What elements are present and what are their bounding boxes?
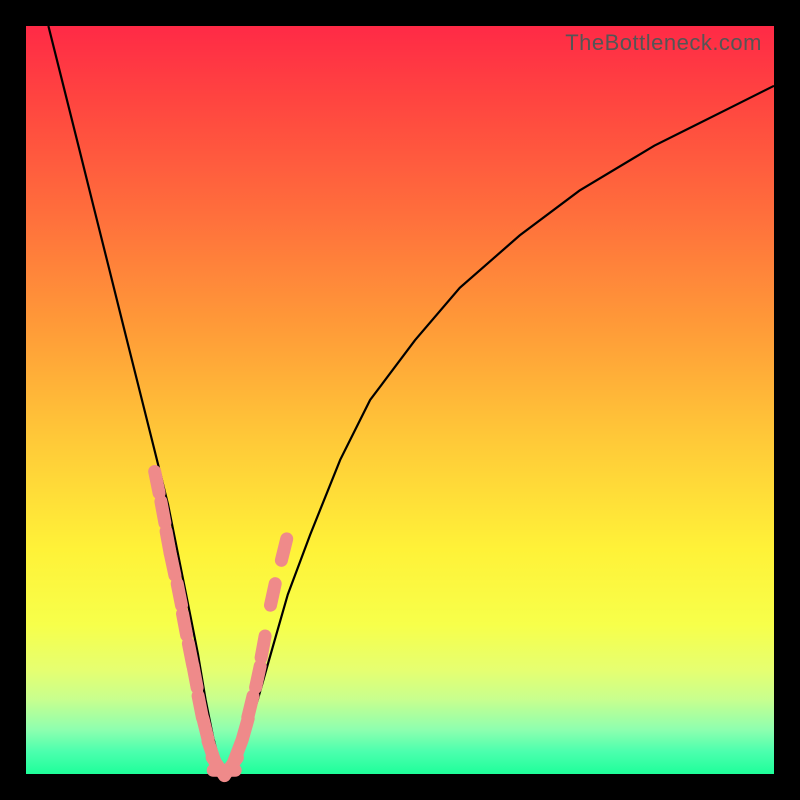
highlight-point bbox=[261, 636, 265, 658]
chart-frame: TheBottleneck.com bbox=[0, 0, 800, 800]
highlight-point bbox=[256, 666, 261, 688]
highlight-point bbox=[193, 666, 197, 688]
highlight-point bbox=[170, 554, 175, 576]
highlight-point bbox=[177, 584, 181, 606]
bottleneck-curve-path bbox=[48, 26, 774, 774]
highlight-point bbox=[281, 539, 286, 560]
highlight-points-group bbox=[155, 472, 287, 776]
highlight-point bbox=[155, 472, 159, 494]
highlight-point bbox=[248, 696, 253, 717]
highlight-point bbox=[271, 584, 276, 606]
curve-svg bbox=[26, 26, 774, 774]
highlight-point bbox=[161, 501, 165, 523]
highlight-point bbox=[183, 614, 187, 636]
plot-area: TheBottleneck.com bbox=[26, 26, 774, 774]
